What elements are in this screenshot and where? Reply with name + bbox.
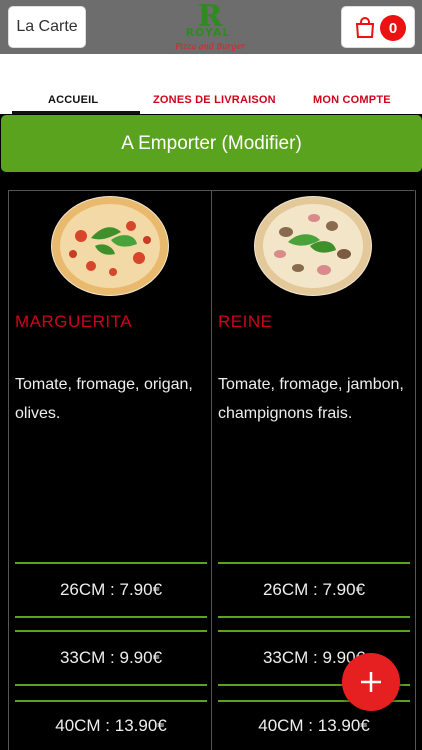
plus-icon [361, 672, 381, 692]
cart-count-badge: 0 [380, 15, 406, 41]
price-option-26cm[interactable]: 26CM : 7.90€ [218, 562, 410, 618]
la-carte-button[interactable]: La Carte [8, 6, 86, 48]
tab-zones-de-livraison[interactable]: ZONES DE LIVRAISON [153, 94, 276, 106]
marguerita-illustration [52, 197, 168, 295]
active-tab-indicator [12, 111, 140, 114]
add-floating-button[interactable] [342, 653, 400, 711]
shopping-bag-icon [355, 17, 375, 38]
royal-logo-graphic: R ROYAL Pizza and Burger [174, 0, 246, 51]
a-emporter-modifier-button[interactable]: A Emporter (Modifier) [1, 115, 422, 172]
top-bar: La Carte R ROYAL Pizza and Burger 0 [0, 0, 422, 54]
price-option-26cm[interactable]: 26CM : 7.90€ [15, 562, 207, 618]
product-description: Tomate, fromage, jambon, champignons fra… [218, 376, 404, 422]
product-description: Tomate, fromage, origan, olives. [15, 376, 193, 422]
cart-button[interactable]: 0 [341, 6, 415, 48]
pizza-image-marguerita [51, 196, 169, 296]
product-name: MARGUERITA [15, 312, 133, 331]
logo-word: ROYAL [186, 26, 231, 39]
logo[interactable]: R ROYAL Pizza and Burger [160, 0, 260, 54]
reine-illustration [255, 197, 371, 295]
product-name: REINE [218, 312, 273, 331]
price-option-33cm[interactable]: 33CM : 9.90€ [15, 630, 207, 686]
price-option-40cm[interactable]: 40CM : 13.90€ [15, 700, 207, 750]
product-card-marguerita[interactable]: MARGUERITA Tomate, fromage, origan, oliv… [8, 190, 212, 750]
tab-accueil[interactable]: ACCUEIL [48, 94, 98, 106]
pizza-image-reine [254, 196, 372, 296]
logo-subtitle: Pizza and Burger [174, 42, 246, 51]
tab-mon-compte[interactable]: MON COMPTE [313, 94, 391, 106]
main-nav: ACCUEIL ZONES DE LIVRAISON MON COMPTE [0, 54, 422, 114]
